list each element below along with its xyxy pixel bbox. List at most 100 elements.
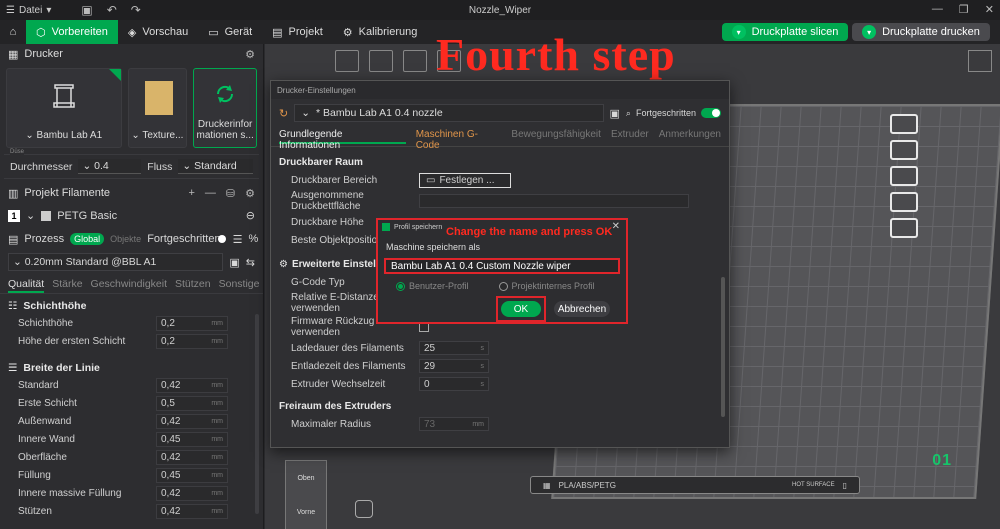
radio-selected-icon [396,281,405,291]
search-icon[interactable]: ⌕ [626,108,631,119]
add-cube-icon[interactable] [335,50,359,72]
plate-settings-icon[interactable] [890,218,918,238]
flow-select[interactable]: ⌄ Standard [178,159,253,174]
save-preset-icon[interactable]: ▣ [229,256,239,269]
tab-machine-gcode[interactable]: Maschinen G-Code [416,129,502,151]
radius-input[interactable]: 73 mm [419,417,489,431]
redo-icon[interactable]: ↷ [131,3,141,17]
grid-icon[interactable] [369,50,393,72]
sync-icon[interactable]: ⛁ [226,187,235,200]
minimize-icon[interactable]: — [932,3,943,16]
advanced-toggle[interactable] [701,108,721,118]
orient-plate-icon[interactable] [890,166,918,186]
printer-info-label: Druckerinfor mationen s... [196,119,254,141]
tab-device[interactable]: ▭ Gerät [198,20,262,44]
tab-speed[interactable]: Geschwindigkeit [91,278,167,293]
profile-name-input[interactable]: Bambu Lab A1 0.4 Custom Nozzle wiper [384,258,620,274]
tab-calibration[interactable]: ⚙ Kalibrierung [333,20,428,44]
global-pill[interactable]: Global [70,233,105,245]
property-label: Innere massive Füllung [18,487,122,499]
excluded-area-input[interactable] [419,194,689,208]
texture-card[interactable]: ⌄ Texture... [127,68,188,148]
set-area-button[interactable]: ▭ Festlegen ... [419,172,511,188]
dialog-scrollbar[interactable] [721,277,725,417]
tab-strength[interactable]: Stärke [52,278,82,293]
unload-time-input[interactable]: 29 s [419,359,489,373]
tab-others[interactable]: Sonstige [219,278,260,293]
remove-icon[interactable]: — [205,187,216,200]
change-time-input[interactable]: 0s [419,377,489,391]
maximize-icon[interactable]: ❐ [959,3,969,16]
ok-button[interactable]: OK [501,301,541,317]
radio-project-profile[interactable]: Projektinternes Profil [498,281,595,291]
remove-filament-icon[interactable]: ⊖ [246,209,255,222]
property-input[interactable]: 0,45 mm [156,431,228,447]
orient-icon[interactable] [403,50,427,72]
camera-fit-icon[interactable] [355,500,373,518]
chevron-down-icon[interactable]: ▾ [731,25,746,39]
process-preset-select[interactable]: ⌄ 0.20mm Standard @BBL A1 [8,253,224,271]
file-menu[interactable]: ☰ Datei ▾ [0,5,51,16]
tab-preview-label: Vorschau [142,26,189,38]
property-input[interactable]: 0,5 mm [156,395,228,411]
tab-extruder[interactable]: Extruder [611,129,649,144]
printer-info-card[interactable]: Druckerinfor mationen s... [193,68,257,148]
property-input[interactable]: 0,42 mm [156,503,228,519]
chevron-down-icon[interactable]: ▾ [862,25,877,39]
property-value: 0,2 [161,317,175,329]
percent-icon[interactable]: % [248,233,258,245]
radio-user-profile[interactable]: Benutzer-Profil [396,281,469,291]
view-cube[interactable]: Oben Vorne [285,460,327,529]
view-settings-icon[interactable] [968,50,992,72]
printer-card[interactable]: ⌄ Bambu Lab A1 [6,68,122,148]
tab-preview[interactable]: ◈ Vorschau [118,20,198,44]
tab-support[interactable]: Stützen [175,278,211,293]
add-icon[interactable]: + [188,187,194,200]
tab-project[interactable]: ▤ Projekt [262,20,333,44]
property-value: 0,2 [161,335,175,347]
save-icon[interactable]: ▣ [610,107,620,120]
auto-arrange-icon[interactable] [890,140,918,160]
filament-row[interactable]: 1 ⌄ PETG Basic ⊖ [0,203,263,228]
tab-basic-info[interactable]: Grundlegende Informationen [279,129,406,151]
property-input[interactable]: 0,42 mm [156,413,228,429]
setting-label: Entladezeit des Filaments [291,360,406,372]
tab-motion[interactable]: Bewegungsfähigkeit [511,129,601,144]
tab-notes[interactable]: Anmerkungen [659,129,721,144]
property-input[interactable]: 0,45 mm [156,467,228,483]
load-time-input[interactable]: 25 s [419,341,489,355]
property-input[interactable]: 0,2 mm [156,333,228,349]
printer-preset-select[interactable]: ⌄ * Bambu Lab A1 0.4 nozzle [294,104,604,122]
print-plate-button[interactable]: ▾ Druckplatte drucken [852,23,990,41]
property-input[interactable]: 0,42 mm [156,377,228,393]
home-button[interactable]: ⌂ [0,20,26,44]
compare-icon[interactable]: ⇆ [246,256,255,269]
property-input[interactable]: 0,2 mm [156,315,228,331]
lock-icon[interactable] [890,192,918,212]
property-input[interactable]: 0,42 mm [156,485,228,501]
save-icon[interactable]: ▣ [81,3,92,17]
hint-annotation: Change the name and press OK [446,226,613,238]
diameter-select[interactable]: ⌄ 0.4 [78,159,142,174]
setting-label: Maximaler Radius [291,418,372,430]
cube-front-label: Vorne [296,508,316,516]
close-icon[interactable]: ✕ [612,221,620,232]
close-icon[interactable]: ✕ [985,3,994,16]
undo-icon[interactable]: ↶ [107,3,117,17]
property-value: 0,42 [161,505,181,517]
cancel-button[interactable]: Abbrechen [554,301,610,317]
filament-color-swatch[interactable] [41,210,52,221]
reset-icon[interactable]: ↻ [279,107,288,120]
settings-icon[interactable]: ⚙ [245,187,255,200]
slice-plate-button[interactable]: ▾ Druckplatte slicen [722,23,848,41]
tab-prepare[interactable]: ⬡ Vorbereiten [26,20,118,44]
list-icon[interactable]: ☰ [233,233,243,246]
delete-plate-icon[interactable] [890,114,918,134]
left-scrollbar[interactable] [255,314,259,514]
property-input[interactable]: 0,42 mm [156,449,228,465]
objects-pill[interactable]: Objekte [110,234,141,244]
unit-label: mm [472,420,484,428]
settings-icon[interactable]: ⚙ [245,48,255,61]
process-preset-value: 0.20mm Standard @BBL A1 [24,256,157,268]
tab-quality[interactable]: Qualität [8,278,45,293]
